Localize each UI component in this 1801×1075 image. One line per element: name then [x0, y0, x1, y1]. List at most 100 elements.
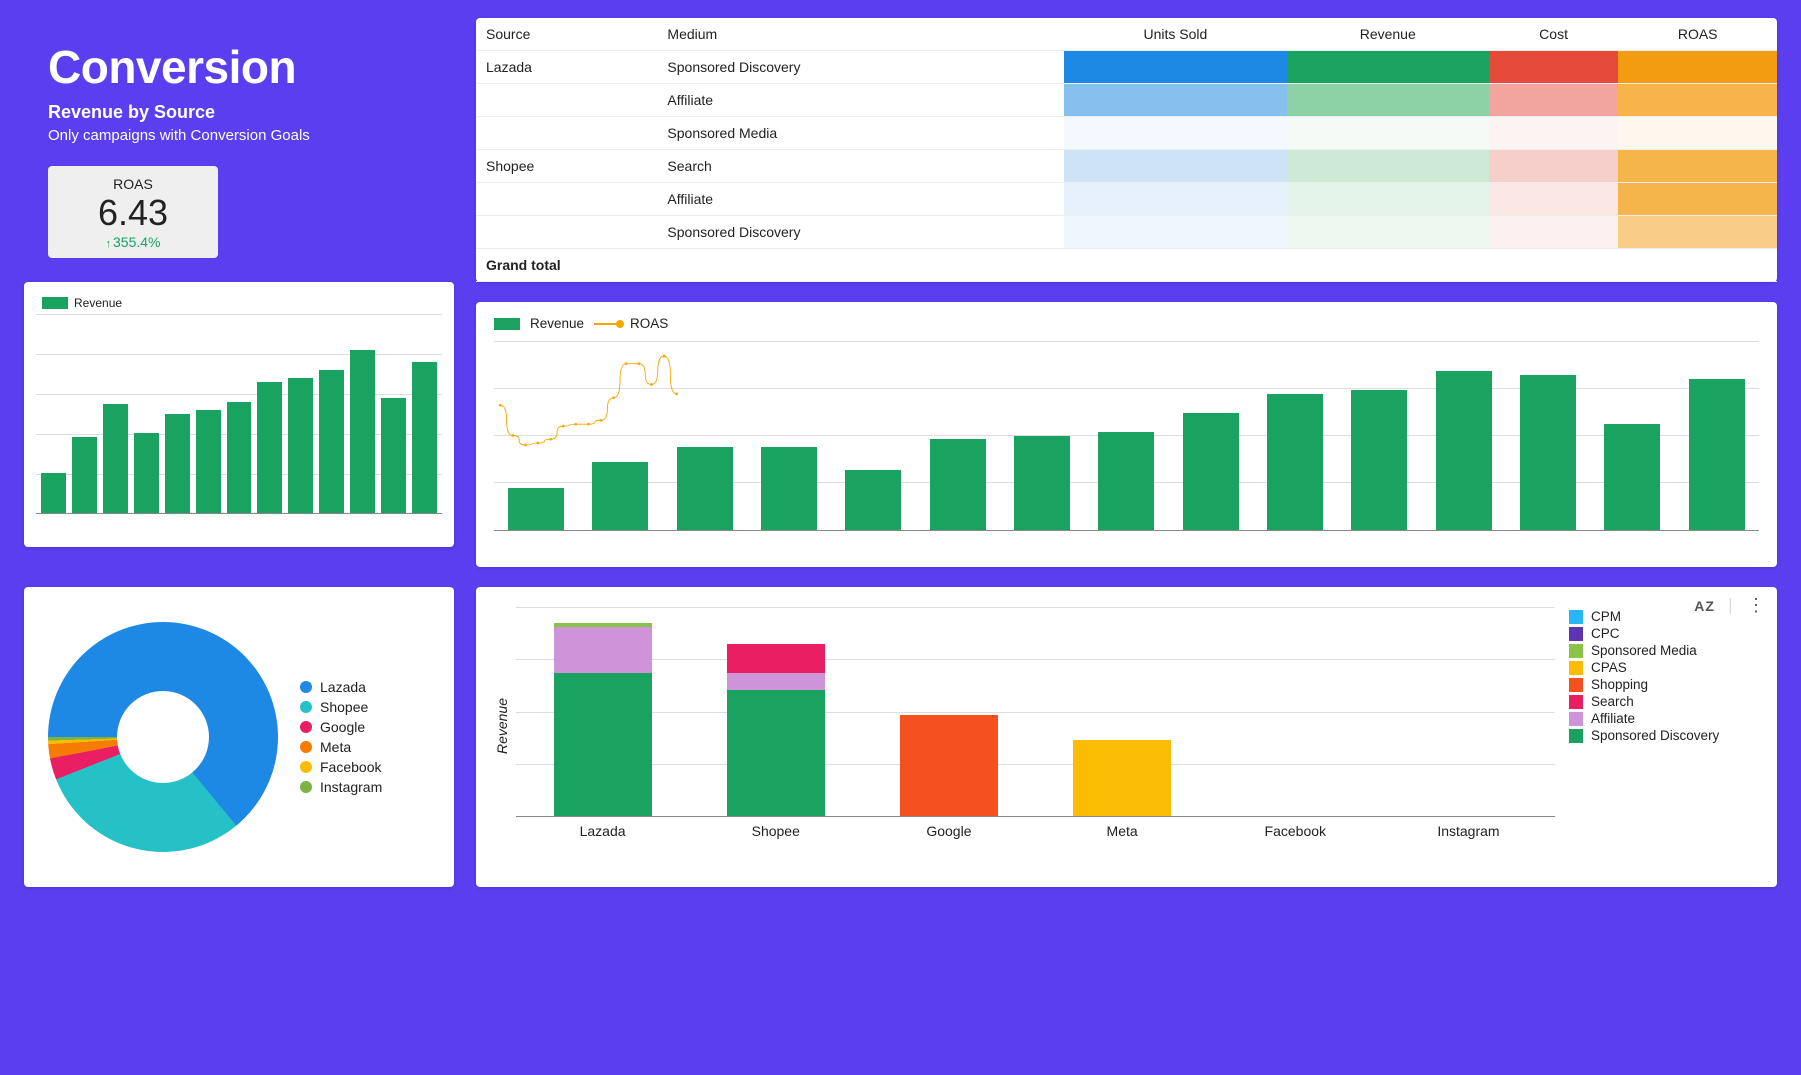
donut-legend-item[interactable]: Google	[300, 719, 382, 735]
stacked-segment	[727, 644, 825, 673]
stacked-segment	[727, 673, 825, 690]
combo-bar	[1689, 379, 1745, 530]
heatmap-cell	[1064, 216, 1287, 249]
legend-label-roas: ROAS	[630, 316, 668, 331]
legend-square-icon	[1569, 712, 1583, 726]
combo-bar	[592, 462, 648, 530]
source-medium-heatmap[interactable]: SourceMediumUnits SoldRevenueCostROAS La…	[476, 18, 1777, 282]
heatmap-col-header[interactable]: ROAS	[1618, 18, 1777, 51]
heatmap-source	[476, 84, 657, 117]
heatmap-cell	[1287, 150, 1489, 183]
legend-square-icon	[1569, 610, 1583, 624]
legend-dot-icon	[300, 681, 312, 693]
stacked-xlabel: Lazada	[516, 823, 689, 839]
bar	[196, 410, 221, 513]
heatmap-row[interactable]: Affiliate	[476, 84, 1777, 117]
revenue-by-source-stacked-chart[interactable]: AZ │ ⋮ Revenue LazadaShopeeGoogleMetaFac…	[476, 587, 1777, 887]
stacked-legend-item[interactable]: Shopping	[1569, 677, 1759, 692]
legend-square-icon	[1569, 644, 1583, 658]
heatmap-cell	[1287, 183, 1489, 216]
heatmap-row[interactable]: ShopeeSearch	[476, 150, 1777, 183]
combo-bar	[1604, 424, 1660, 530]
stacked-xlabel: Instagram	[1382, 823, 1555, 839]
heatmap-cell	[1064, 117, 1287, 150]
heatmap-col-header[interactable]: Medium	[657, 18, 1064, 51]
legend-label: CPC	[1591, 626, 1620, 641]
bar	[103, 404, 128, 513]
heatmap-col-header[interactable]: Revenue	[1287, 18, 1489, 51]
heatmap-cell	[1618, 51, 1777, 84]
legend-label: Meta	[320, 739, 351, 755]
heatmap-cell	[1489, 84, 1619, 117]
heatmap-medium: Affiliate	[657, 183, 1064, 216]
heatmap-cell	[1064, 84, 1287, 117]
stacked-xlabel: Shopee	[689, 823, 862, 839]
stacked-xlabel: Meta	[1036, 823, 1209, 839]
heatmap-cell	[1064, 183, 1287, 216]
scorecard-metric: ROAS	[62, 176, 204, 192]
heatmap-source	[476, 216, 657, 249]
heatmap-source: Lazada	[476, 51, 657, 84]
legend-dot-icon	[300, 701, 312, 713]
legend-square-icon	[1569, 678, 1583, 692]
legend-label: Search	[1591, 694, 1634, 709]
legend-label: CPAS	[1591, 660, 1627, 675]
heatmap-row[interactable]: Sponsored Discovery	[476, 216, 1777, 249]
legend-square-icon	[1569, 729, 1583, 743]
small-revenue-bar-chart[interactable]: Revenue	[24, 282, 454, 547]
legend-label: Shopping	[1591, 677, 1648, 692]
heatmap-source	[476, 183, 657, 216]
revenue-roas-combo-chart[interactable]: Revenue ROAS	[476, 302, 1777, 567]
heatmap-cell	[1489, 51, 1619, 84]
heatmap-cell	[1287, 216, 1489, 249]
heatmap-col-header[interactable]: Cost	[1489, 18, 1619, 51]
heatmap-medium: Sponsored Media	[657, 117, 1064, 150]
roas-scorecard[interactable]: ROAS 6.43 355.4%	[48, 166, 218, 258]
heatmap-col-header[interactable]: Source	[476, 18, 657, 51]
revenue-by-source-donut[interactable]: Lazada Shopee Google Meta Facebook Instagram	[24, 587, 454, 887]
kebab-menu-icon[interactable]: ⋮	[1747, 595, 1765, 616]
combo-bar	[508, 488, 564, 530]
combo-bar	[930, 439, 986, 530]
heatmap-grand-total: Grand total	[476, 249, 1064, 282]
heatmap-medium: Sponsored Discovery	[657, 216, 1064, 249]
section-subtitle: Only campaigns with Conversion Goals	[48, 127, 454, 144]
donut-legend-item[interactable]: Lazada	[300, 679, 382, 695]
donut-legend-item[interactable]: Shopee	[300, 699, 382, 715]
stacked-bar	[689, 644, 862, 816]
donut-legend-item[interactable]: Facebook	[300, 759, 382, 775]
heatmap-cell	[1618, 150, 1777, 183]
stacked-bar	[516, 623, 689, 816]
donut-legend-item[interactable]: Instagram	[300, 779, 382, 795]
legend-label-revenue: Revenue	[74, 296, 122, 310]
stacked-legend-item[interactable]: Search	[1569, 694, 1759, 709]
stacked-legend-item[interactable]: Affiliate	[1569, 711, 1759, 726]
heatmap-row[interactable]: Sponsored Media	[476, 117, 1777, 150]
combo-bar	[1520, 375, 1576, 530]
legend-square-icon	[1569, 627, 1583, 641]
combo-bar	[845, 470, 901, 530]
stacked-legend-item[interactable]: Sponsored Media	[1569, 643, 1759, 658]
heatmap-source	[476, 117, 657, 150]
bar	[72, 437, 97, 513]
sort-button[interactable]: AZ	[1694, 598, 1715, 614]
legend-label: Instagram	[320, 779, 382, 795]
stacked-xlabel: Facebook	[1209, 823, 1382, 839]
combo-bar	[761, 447, 817, 530]
donut-hole	[117, 691, 209, 783]
heatmap-cell	[1287, 84, 1489, 117]
donut-legend-item[interactable]: Meta	[300, 739, 382, 755]
stacked-legend-item[interactable]: CPAS	[1569, 660, 1759, 675]
legend-label: Lazada	[320, 679, 366, 695]
scorecard-delta: 355.4%	[62, 234, 204, 250]
heatmap-row[interactable]: Affiliate	[476, 183, 1777, 216]
heatmap-cell	[1618, 84, 1777, 117]
heatmap-source: Shopee	[476, 150, 657, 183]
stacked-legend-item[interactable]: Sponsored Discovery	[1569, 728, 1759, 743]
heatmap-col-header[interactable]: Units Sold	[1064, 18, 1287, 51]
combo-bar	[677, 447, 733, 530]
bar	[227, 402, 252, 513]
combo-bar	[1267, 394, 1323, 530]
stacked-legend-item[interactable]: CPC	[1569, 626, 1759, 641]
heatmap-row[interactable]: LazadaSponsored Discovery	[476, 51, 1777, 84]
